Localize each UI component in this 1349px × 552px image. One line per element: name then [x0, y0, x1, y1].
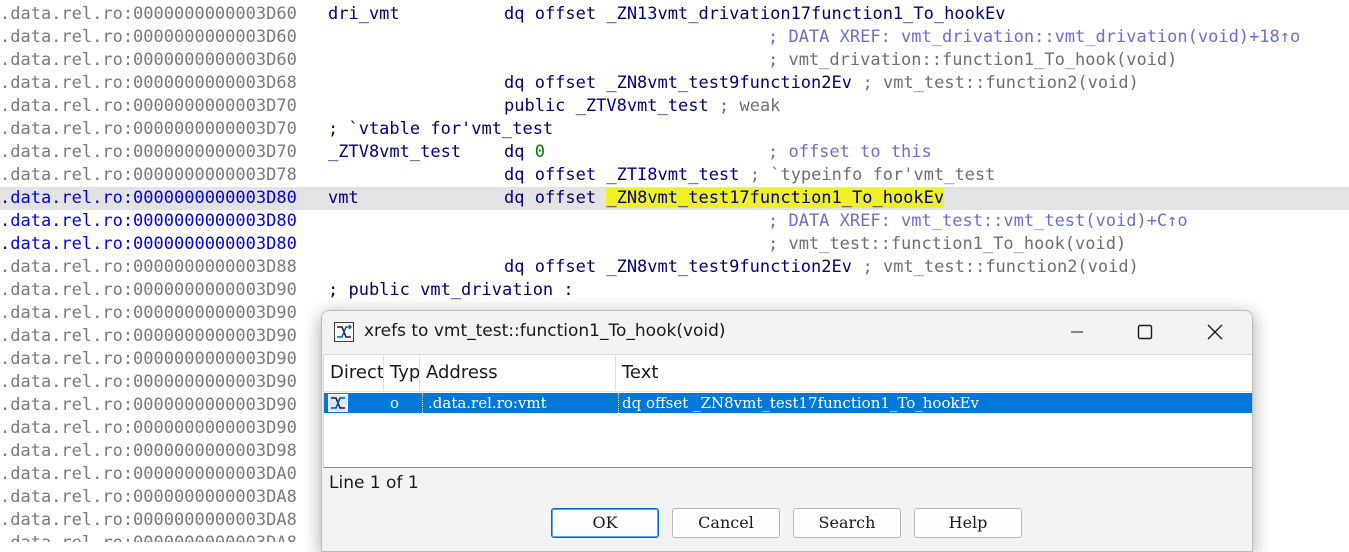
segment-address: .data.rel.ro:0000000000003D70: [0, 119, 297, 139]
segment-address: .data.rel.ro:0000000000003DA8: [0, 510, 297, 530]
xref-direction-cell: [328, 393, 380, 413]
label-name[interactable]: ; `vtable for'vmt_test: [328, 118, 553, 141]
segment-address: .data.rel.ro:0000000000003D80: [0, 234, 297, 254]
column-header-direction[interactable]: Direct: [324, 355, 384, 391]
cell-separator: [422, 393, 424, 413]
dialog-title: xrefs to vmt_test::function1_To_hook(voi…: [364, 321, 726, 341]
disasm-line[interactable]: .data.rel.ro:0000000000003D60 dri_vmt dq o…: [0, 3, 1349, 26]
disasm-line[interactable]: .data.rel.ro:0000000000003D78 dq offset _…: [0, 164, 1349, 187]
segment-address: .data.rel.ro:0000000000003D60: [0, 27, 297, 47]
disasm-line[interactable]: .data.rel.ro:0000000000003D88 dq offset _…: [0, 256, 1349, 279]
cancel-button[interactable]: Cancel: [672, 508, 780, 538]
disasm-line[interactable]: .data.rel.ro:0000000000003D70 ; `vtable f…: [0, 118, 1349, 141]
segment-address: .data.rel.ro:0000000000003DA0: [0, 464, 297, 484]
label-name[interactable]: vmt: [328, 187, 359, 210]
label-name[interactable]: _ZTV8vmt_test: [328, 141, 461, 164]
instruction[interactable]: dq offset _ZTI8vmt_test: [504, 164, 739, 187]
instruction[interactable]: dq offset _ZN13vmt_drivation17function1_…: [504, 3, 1006, 26]
segment-address: .data.rel.ro:0000000000003D70: [0, 96, 297, 116]
help-button[interactable]: Help: [914, 508, 1022, 538]
instruction[interactable]: dq offset _ZN8vmt_test9function2Ev: [504, 256, 852, 279]
table-header: Direct Typ Address Text: [324, 355, 1252, 392]
segment-address: .data.rel.ro:0000000000003D80: [0, 188, 297, 208]
xref-text-cell: dq offset _ZN8vmt_test17function1_To_hoo…: [622, 394, 980, 412]
segment-address: .data.rel.ro:0000000000003D88: [0, 257, 297, 277]
highlighted-symbol[interactable]: _ZN8vmt_test17function1_To_hookEv: [606, 188, 945, 208]
minimize-button[interactable]: [1054, 311, 1100, 353]
maximize-icon: [1137, 324, 1153, 340]
disasm-line[interactable]: .data.rel.ro:0000000000003D68 dq offset _…: [0, 72, 1349, 95]
disasm-line[interactable]: .data.rel.ro:0000000000003D80 ; DATA XREF…: [0, 210, 1349, 233]
segment-address: .data.rel.ro:0000000000003DA8: [0, 487, 297, 507]
comment: ; vmt_test::function1_To_hook(void): [768, 234, 1127, 254]
cell-separator: [618, 393, 620, 413]
xref-up-icon: [328, 394, 348, 412]
segment-address: .data.rel.ro:0000000000003D90: [0, 303, 297, 323]
instruction[interactable]: dq offset _ZN8vmt_test17function1_To_hoo…: [504, 187, 945, 210]
comment: ; DATA XREF: vmt_drivation::vmt_drivatio…: [768, 27, 1301, 47]
close-icon: [1207, 324, 1223, 340]
disasm-line[interactable]: .data.rel.ro:0000000000003D70 _ZTV8vmt_te…: [0, 141, 1349, 164]
ok-button[interactable]: OK: [551, 508, 659, 538]
segment-address: .data.rel.ro:0000000000003D68: [0, 73, 297, 93]
segment-address: .data.rel.ro:0000000000003D60: [0, 50, 297, 70]
disasm-line[interactable]: .data.rel.ro:0000000000003D80 ; vmt_test:…: [0, 233, 1349, 256]
close-button[interactable]: [1192, 311, 1238, 353]
instruction-mnemonic: dq: [504, 142, 525, 162]
minimize-icon: [1071, 331, 1083, 333]
segment-address: .data.rel.ro:0000000000003D60: [0, 4, 297, 24]
segment-address: .data.rel.ro:0000000000003D78: [0, 165, 297, 185]
disasm-line[interactable]: .data.rel.ro:0000000000003D80 vmt dq offse…: [0, 187, 1349, 210]
comment: ; offset to this: [768, 142, 932, 162]
instruction-operand: 0: [534, 142, 545, 162]
table-row[interactable]: o .data.rel.ro:vmt dq offset _ZN8vmt_tes…: [324, 393, 1252, 413]
comment: ; vmt_test::function2(void): [862, 257, 1139, 277]
segment-address: .data.rel.ro:0000000000003D90: [0, 418, 297, 438]
search-button[interactable]: Search: [793, 508, 901, 538]
instruction[interactable]: dq 0: [504, 141, 545, 164]
instruction[interactable]: public _ZTV8vmt_test: [504, 95, 709, 118]
xrefs-app-icon: [334, 322, 354, 342]
segment-address: .data.rel.ro:0000000000003D90: [0, 326, 297, 346]
comment: ; DATA XREF: vmt_test::vmt_test(void)+C↑…: [768, 211, 1188, 231]
xrefs-table[interactable]: Direct Typ Address Text o .data.rel.ro:v…: [323, 354, 1252, 468]
label-name[interactable]: dri_vmt: [328, 3, 400, 26]
disasm-line[interactable]: .data.rel.ro:0000000000003D70 public _ZTV…: [0, 95, 1349, 118]
disasm-line[interactable]: .data.rel.ro:0000000000003D60 ; vmt_driva…: [0, 49, 1349, 72]
disasm-line[interactable]: .data.rel.ro:0000000000003D60 ; DATA XREF…: [0, 26, 1349, 49]
dialog-titlebar[interactable]: xrefs to vmt_test::function1_To_hook(voi…: [322, 311, 1252, 353]
instruction[interactable]: dq offset _ZN8vmt_test9function2Ev: [504, 72, 852, 95]
segment-address: .data.rel.ro:0000000000003D90: [0, 280, 297, 300]
column-header-type[interactable]: Typ: [384, 355, 420, 391]
segment-address: .data.rel.ro:0000000000003D80: [0, 211, 297, 231]
maximize-button[interactable]: [1122, 311, 1168, 353]
column-header-text[interactable]: Text: [616, 355, 1252, 391]
segment-address: .data.rel.ro:0000000000003D90: [0, 372, 297, 392]
disasm-line[interactable]: .data.rel.ro:0000000000003D90 ; public vm…: [0, 279, 1349, 302]
comment: ; vmt_drivation::function1_To_hook(void): [768, 50, 1178, 70]
xrefs-dialog: xrefs to vmt_test::function1_To_hook(voi…: [321, 310, 1253, 552]
segment-address: .data.rel.ro:0000000000003D90: [0, 395, 297, 415]
xref-address-cell: .data.rel.ro:vmt: [428, 394, 547, 412]
segment-address: .data.rel.ro:0000000000003D90: [0, 349, 297, 369]
xref-type-cell: o: [390, 394, 400, 412]
comment: ; `typeinfo for'vmt_test: [749, 165, 996, 185]
comment: ; vmt_test::function2(void): [862, 73, 1139, 93]
label-name[interactable]: ; public vmt_drivation :: [328, 279, 574, 302]
status-text: Line 1 of 1: [329, 473, 419, 493]
column-header-address[interactable]: Address: [420, 355, 616, 391]
segment-address: .data.rel.ro:0000000000003DA8: [0, 532, 297, 542]
instruction-mnemonic: dq offset: [504, 188, 597, 208]
segment-address: .data.rel.ro:0000000000003D70: [0, 142, 297, 162]
comment: ; weak: [719, 96, 781, 116]
segment-address: .data.rel.ro:0000000000003D98: [0, 441, 297, 461]
